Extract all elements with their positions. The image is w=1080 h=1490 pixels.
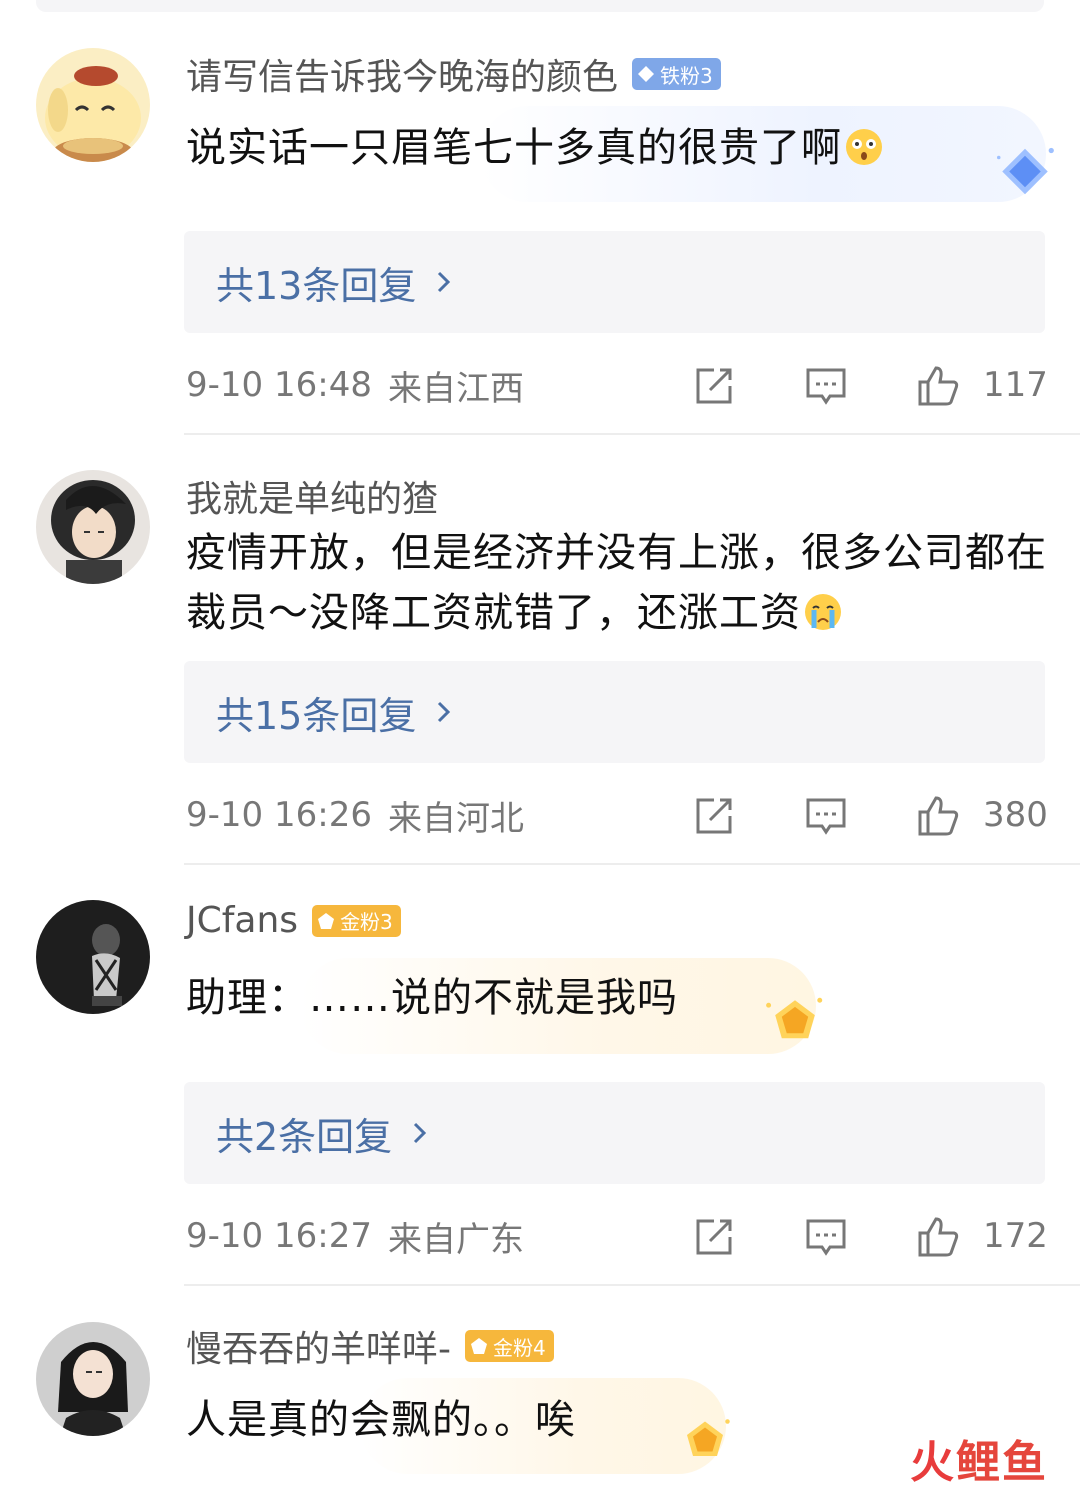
chevron-right-icon (414, 1122, 427, 1144)
like-count: 117 (983, 365, 1048, 405)
view-replies-button[interactable]: 共2条回复 (184, 1082, 1045, 1184)
avatar[interactable] (36, 1322, 150, 1436)
username[interactable]: 我就是单纯的猹 (186, 470, 438, 522)
chevron-right-icon (438, 701, 451, 723)
flushed-face-icon (846, 129, 882, 165)
avatar[interactable] (36, 470, 150, 584)
avatar[interactable] (36, 900, 150, 1014)
replies-label: 共15条回复 (216, 693, 417, 738)
comment-meta: 9-10 16:26 来自河北 380 (186, 790, 1048, 840)
comment-meta: 9-10 16:27 来自广东 172 (186, 1211, 1048, 1261)
timestamp: 9-10 16:48 (186, 365, 372, 405)
watermark-part2: 鲤鱼 (956, 1437, 1048, 1488)
comment-meta: 9-10 16:48 来自江西 117 (186, 360, 1048, 410)
crying-face-icon (805, 594, 841, 630)
badge-label: 金粉3 (340, 910, 393, 934)
comment-icon[interactable] (804, 1215, 848, 1259)
share-icon[interactable] (692, 364, 736, 408)
previous-comment-box-edge (36, 0, 1044, 12)
comment-icon[interactable] (804, 794, 848, 838)
like-icon[interactable] (916, 794, 960, 838)
badge-label: 铁粉3 (660, 63, 713, 88)
comment-text-content: 疫情开放，但是经济并没有上涨，很多公司都在裁员～没降工资就错了，还涨工资 (186, 530, 1047, 636)
comment-text: 助理：……说的不就是我吗 (186, 968, 1056, 1028)
comment-text: 疫情开放，但是经济并没有上涨，很多公司都在裁员～没降工资就错了，还涨工资 (186, 523, 1056, 643)
watermark-part1: 火 (910, 1437, 956, 1488)
view-replies-button[interactable]: 共13条回复 (184, 231, 1045, 333)
like-icon[interactable] (916, 1215, 960, 1259)
divider (184, 1284, 1080, 1286)
diamond-icon (638, 66, 655, 82)
username-text: 我就是单纯的猹 (186, 479, 439, 520)
username[interactable]: JCfans 金粉3 (186, 900, 401, 941)
username-text: 请写信告诉我今晚海的颜色 (186, 57, 619, 98)
comment-text-content: 人是真的会飘的。。唉 (186, 1397, 576, 1443)
badge-label: 金粉4 (493, 1335, 546, 1360)
fan-badge[interactable]: 金粉3 (312, 904, 401, 937)
replies-label: 共13条回复 (216, 263, 417, 308)
watermark-logo: 火鲤鱼 (910, 1426, 1048, 1490)
like-count: 172 (983, 1216, 1048, 1256)
username[interactable]: 请写信告诉我今晚海的颜色 铁粉3 (186, 48, 721, 100)
like-icon[interactable] (916, 364, 960, 408)
view-replies-button[interactable]: 共15条回复 (184, 661, 1045, 763)
timestamp: 9-10 16:26 (186, 795, 372, 835)
divider (184, 863, 1080, 865)
divider (184, 433, 1080, 435)
username[interactable]: 慢吞吞的羊咩咩- 金粉4 (186, 1320, 554, 1372)
avatar[interactable] (36, 48, 150, 162)
location: 来自河北 (387, 798, 524, 839)
username-text: 慢吞吞的羊咩咩- (186, 1329, 451, 1370)
comment-icon[interactable] (804, 364, 848, 408)
comment-text: 说实话一只眉笔七十多真的很贵了啊 (186, 118, 1056, 178)
comment-text-content: 助理：……说的不就是我吗 (186, 975, 678, 1021)
comment-text-content: 说实话一只眉笔七十多真的很贵了啊 (186, 125, 842, 171)
gold-gem-icon (318, 912, 335, 929)
fan-badge[interactable]: 金粉4 (465, 1330, 554, 1362)
location: 来自江西 (387, 368, 524, 409)
replies-label: 共2条回复 (216, 1114, 393, 1159)
gold-gem-icon (471, 1338, 487, 1354)
location: 来自广东 (387, 1219, 524, 1260)
username-text: JCfans (186, 900, 299, 941)
fan-badge[interactable]: 铁粉3 (632, 58, 721, 90)
chevron-right-icon (438, 271, 451, 293)
timestamp: 9-10 16:27 (186, 1216, 372, 1256)
share-icon[interactable] (692, 794, 736, 838)
share-icon[interactable] (692, 1215, 736, 1259)
like-count: 380 (983, 795, 1048, 835)
